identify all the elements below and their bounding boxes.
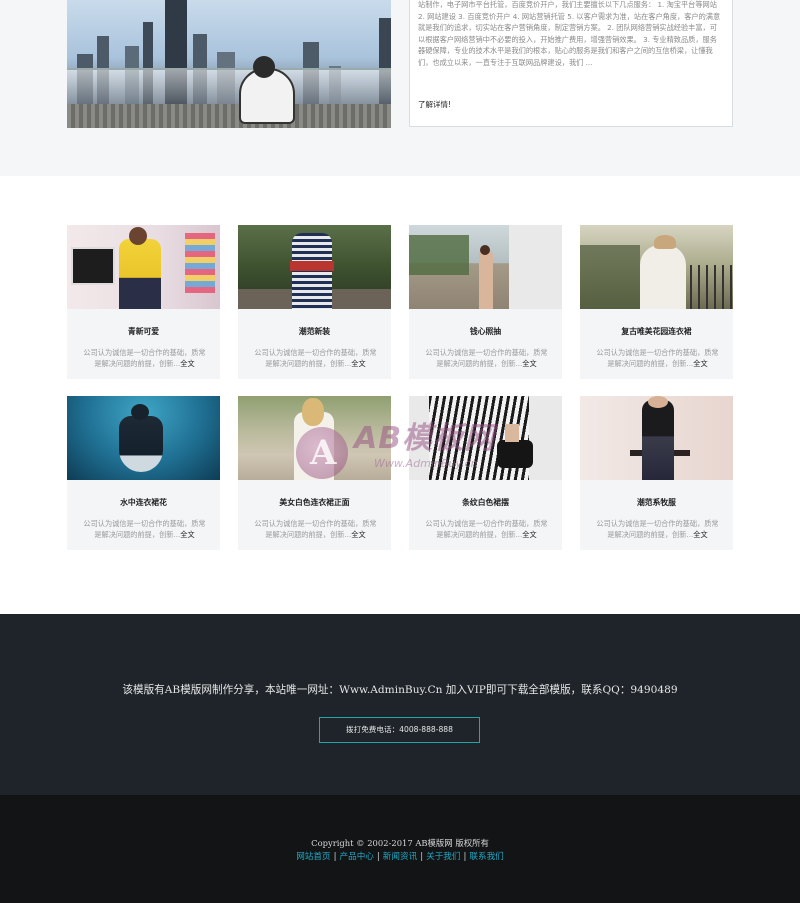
product-card[interactable]: 水中连衣裙花 公司认为诚信是一切合作的基础，质常是解决问题的前提，创新...全文 xyxy=(67,396,220,550)
product-desc: 公司认为诚信是一切合作的基础，质常是解决问题的前提，创新...全文 xyxy=(254,348,377,368)
footer-link-news[interactable]: 新闻资讯 xyxy=(383,852,417,862)
about-text-box: 站制作，电子网市平台托管，百度竞价开户，我们主要擅长以下几点服务： 1. 淘宝平… xyxy=(409,0,733,127)
footer-link-contact[interactable]: 联系我们 xyxy=(469,852,503,862)
cta-section: 该模版有AB模版网制作分享，本站唯一网址：Www.AdminBuy.Cn 加入V… xyxy=(0,614,800,795)
footer-link-about[interactable]: 关于我们 xyxy=(426,852,460,862)
footer-separator: | xyxy=(463,852,467,862)
call-button[interactable]: 拨打免费电话：4008-888-888 xyxy=(319,717,480,743)
footer-link-products[interactable]: 产品中心 xyxy=(340,852,374,862)
footer: Copyright © 2002-2017 AB模版网 版权所有 网站首页 | 产品… xyxy=(0,795,800,903)
product-photo xyxy=(580,225,733,309)
product-title[interactable]: 潮范系牧服 xyxy=(580,497,733,508)
product-photo xyxy=(409,396,562,480)
product-card[interactable]: 美女白色连衣裙正面 公司认为诚信是一切合作的基础，质常是解决问题的前提，创新..… xyxy=(238,396,391,550)
about-image-city-skyline xyxy=(67,0,391,128)
product-more-link[interactable]: 全文 xyxy=(351,359,365,368)
product-card[interactable]: 复古唯美花园连衣裙 公司认为诚信是一切合作的基础，质常是解决问题的前提，创新..… xyxy=(580,225,733,379)
footer-link-home[interactable]: 网站首页 xyxy=(296,852,330,862)
product-title[interactable]: 潮范新装 xyxy=(238,326,391,337)
product-photo xyxy=(67,225,220,309)
product-desc: 公司认为诚信是一切合作的基础，质常是解决问题的前提，创新...全文 xyxy=(596,519,719,539)
footer-separator: | xyxy=(333,852,337,862)
product-photo xyxy=(67,396,220,480)
about-description: 站制作，电子网市平台托管，百度竞价开户，我们主要擅长以下几点服务： 1. 淘宝平… xyxy=(418,0,721,67)
footer-links: 网站首页 | 产品中心 | 新闻资讯 | 关于我们 | 联系我们 xyxy=(0,850,800,862)
footer-separator: | xyxy=(420,852,424,862)
product-more-link[interactable]: 全文 xyxy=(522,530,536,539)
copyright-text: Copyright © 2002-2017 AB模版网 版权所有 xyxy=(311,838,489,848)
product-card[interactable]: 条纹白色裙摆 公司认为诚信是一切合作的基础，质常是解决问题的前提，创新...全文 xyxy=(409,396,562,550)
product-photo xyxy=(409,225,562,309)
product-title[interactable]: 青新可爱 xyxy=(67,326,220,337)
product-more-link[interactable]: 全文 xyxy=(693,359,707,368)
product-more-link[interactable]: 全文 xyxy=(180,530,194,539)
product-more-link[interactable]: 全文 xyxy=(522,359,536,368)
product-title[interactable]: 水中连衣裙花 xyxy=(67,497,220,508)
cta-text: 该模版有AB模版网制作分享，本站唯一网址：Www.AdminBuy.Cn 加入V… xyxy=(122,684,678,696)
product-title[interactable]: 条纹白色裙摆 xyxy=(409,497,562,508)
product-desc: 公司认为诚信是一切合作的基础，质常是解决问题的前提，创新...全文 xyxy=(425,519,548,539)
about-more-link[interactable]: 了解详情! xyxy=(418,99,451,110)
product-title[interactable]: 钱心照抽 xyxy=(409,326,562,337)
about-section: 站制作，电子网市平台托管，百度竞价开户，我们主要擅长以下几点服务： 1. 淘宝平… xyxy=(0,0,800,176)
footer-separator: | xyxy=(376,852,380,862)
product-desc: 公司认为诚信是一切合作的基础，质常是解决问题的前提，创新...全文 xyxy=(425,348,548,368)
product-card[interactable]: 潮范系牧服 公司认为诚信是一切合作的基础，质常是解决问题的前提，创新...全文 xyxy=(580,396,733,550)
product-photo xyxy=(580,396,733,480)
product-desc: 公司认为诚信是一切合作的基础，质常是解决问题的前提，创新...全文 xyxy=(254,519,377,539)
product-title[interactable]: 美女白色连衣裙正面 xyxy=(238,497,391,508)
product-desc: 公司认为诚信是一切合作的基础，质常是解决问题的前提，创新...全文 xyxy=(83,519,206,539)
product-card[interactable]: 青新可爱 公司认为诚信是一切合作的基础，质常是解决问题的前提，创新...全文 xyxy=(67,225,220,379)
product-desc: 公司认为诚信是一切合作的基础，质常是解决问题的前提，创新...全文 xyxy=(596,348,719,368)
product-more-link[interactable]: 全文 xyxy=(693,530,707,539)
product-desc: 公司认为诚信是一切合作的基础，质常是解决问题的前提，创新...全文 xyxy=(83,348,206,368)
product-card[interactable]: 潮范新装 公司认为诚信是一切合作的基础，质常是解决问题的前提，创新...全文 xyxy=(238,225,391,379)
product-card[interactable]: 钱心照抽 公司认为诚信是一切合作的基础，质常是解决问题的前提，创新...全文 xyxy=(409,225,562,379)
product-more-link[interactable]: 全文 xyxy=(351,530,365,539)
product-photo xyxy=(238,225,391,309)
product-photo xyxy=(238,396,391,480)
product-title[interactable]: 复古唯美花园连衣裙 xyxy=(580,326,733,337)
product-more-link[interactable]: 全文 xyxy=(180,359,194,368)
